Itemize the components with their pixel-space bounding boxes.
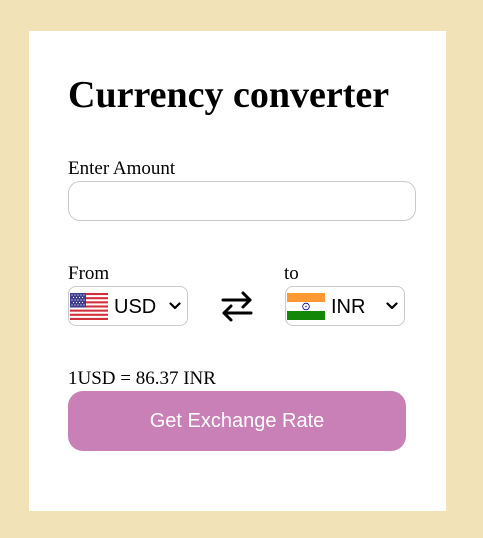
to-label: to	[284, 263, 299, 284]
amount-input[interactable]	[68, 181, 416, 221]
india-flag-icon	[287, 293, 325, 320]
swap-arrows-icon[interactable]	[220, 289, 254, 323]
from-label: From	[68, 263, 110, 284]
to-currency-select[interactable]: INR	[285, 286, 405, 326]
get-exchange-rate-button[interactable]: Get Exchange Rate	[68, 391, 406, 451]
converter-card: Currency converter Enter Amount From to …	[29, 31, 446, 511]
us-flag-icon	[70, 293, 108, 320]
from-currency-select[interactable]: USD	[68, 286, 188, 326]
chevron-down-icon	[169, 302, 181, 310]
exchange-rate-text: 1USD = 86.37 INR	[68, 368, 216, 389]
chevron-down-icon	[386, 302, 398, 310]
from-currency-code: USD	[114, 296, 157, 318]
amount-label: Enter Amount	[68, 158, 176, 179]
to-currency-code: INR	[331, 296, 366, 318]
page-title: Currency converter	[68, 74, 390, 116]
